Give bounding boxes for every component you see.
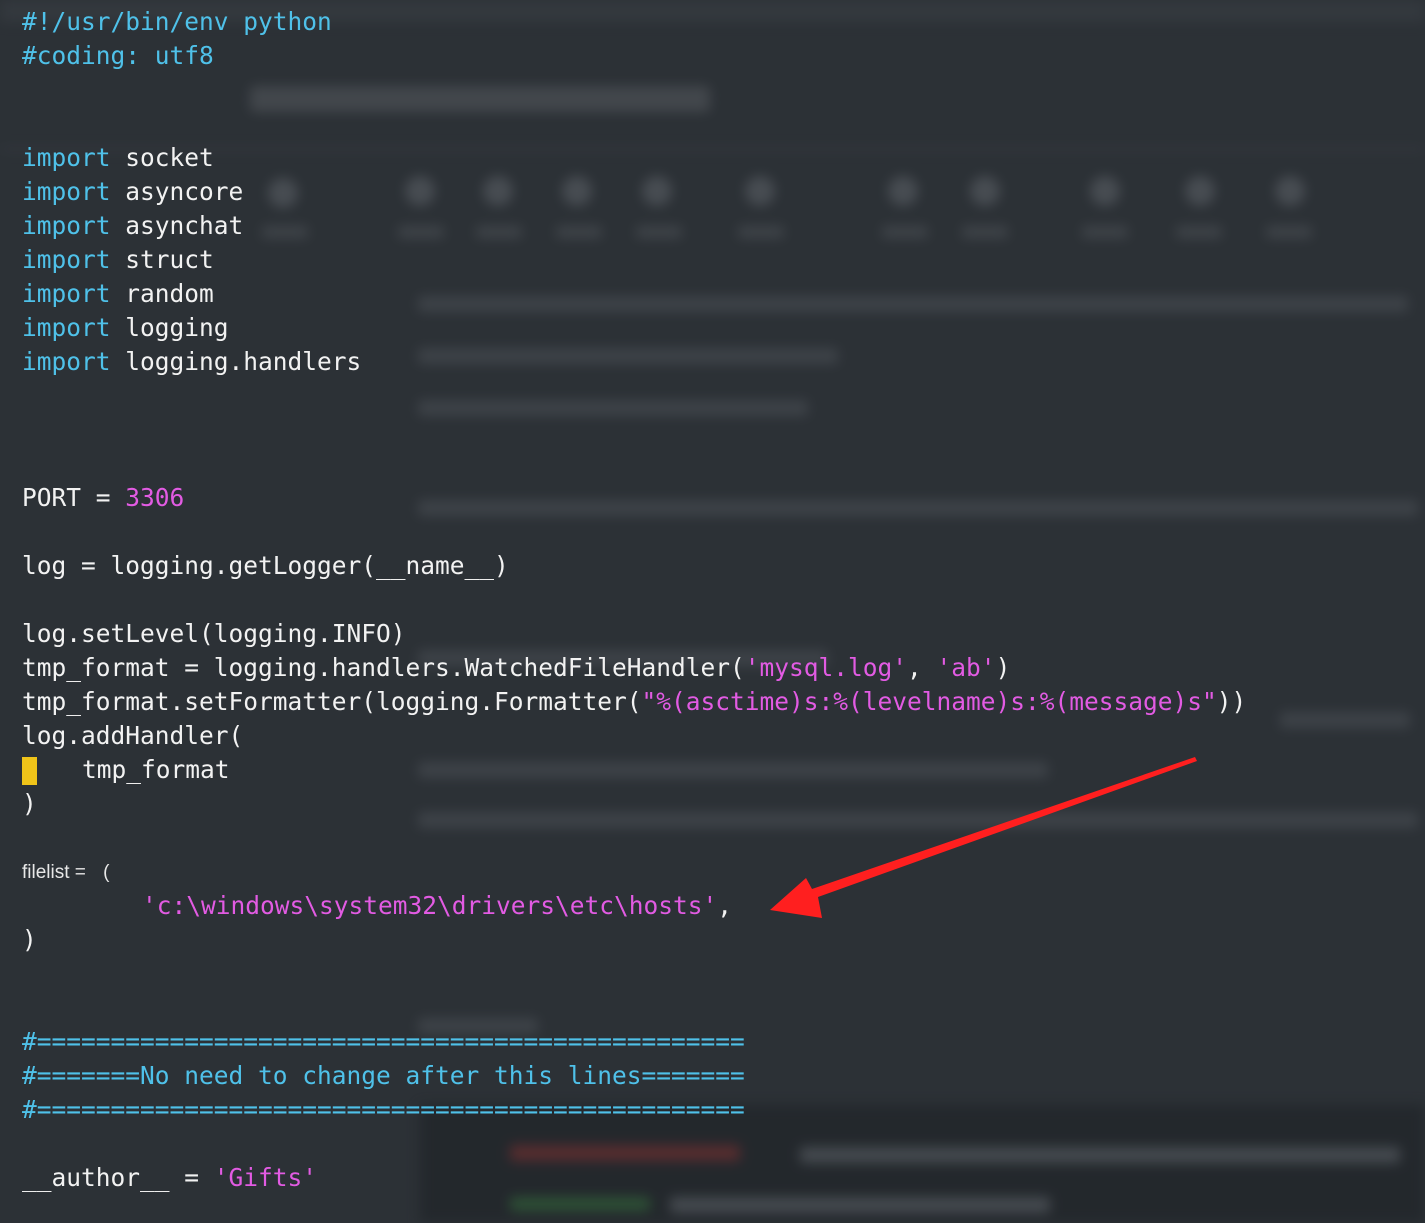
annotation-arrow-shape bbox=[770, 757, 1197, 918]
red-arrow-icon bbox=[770, 757, 1197, 918]
